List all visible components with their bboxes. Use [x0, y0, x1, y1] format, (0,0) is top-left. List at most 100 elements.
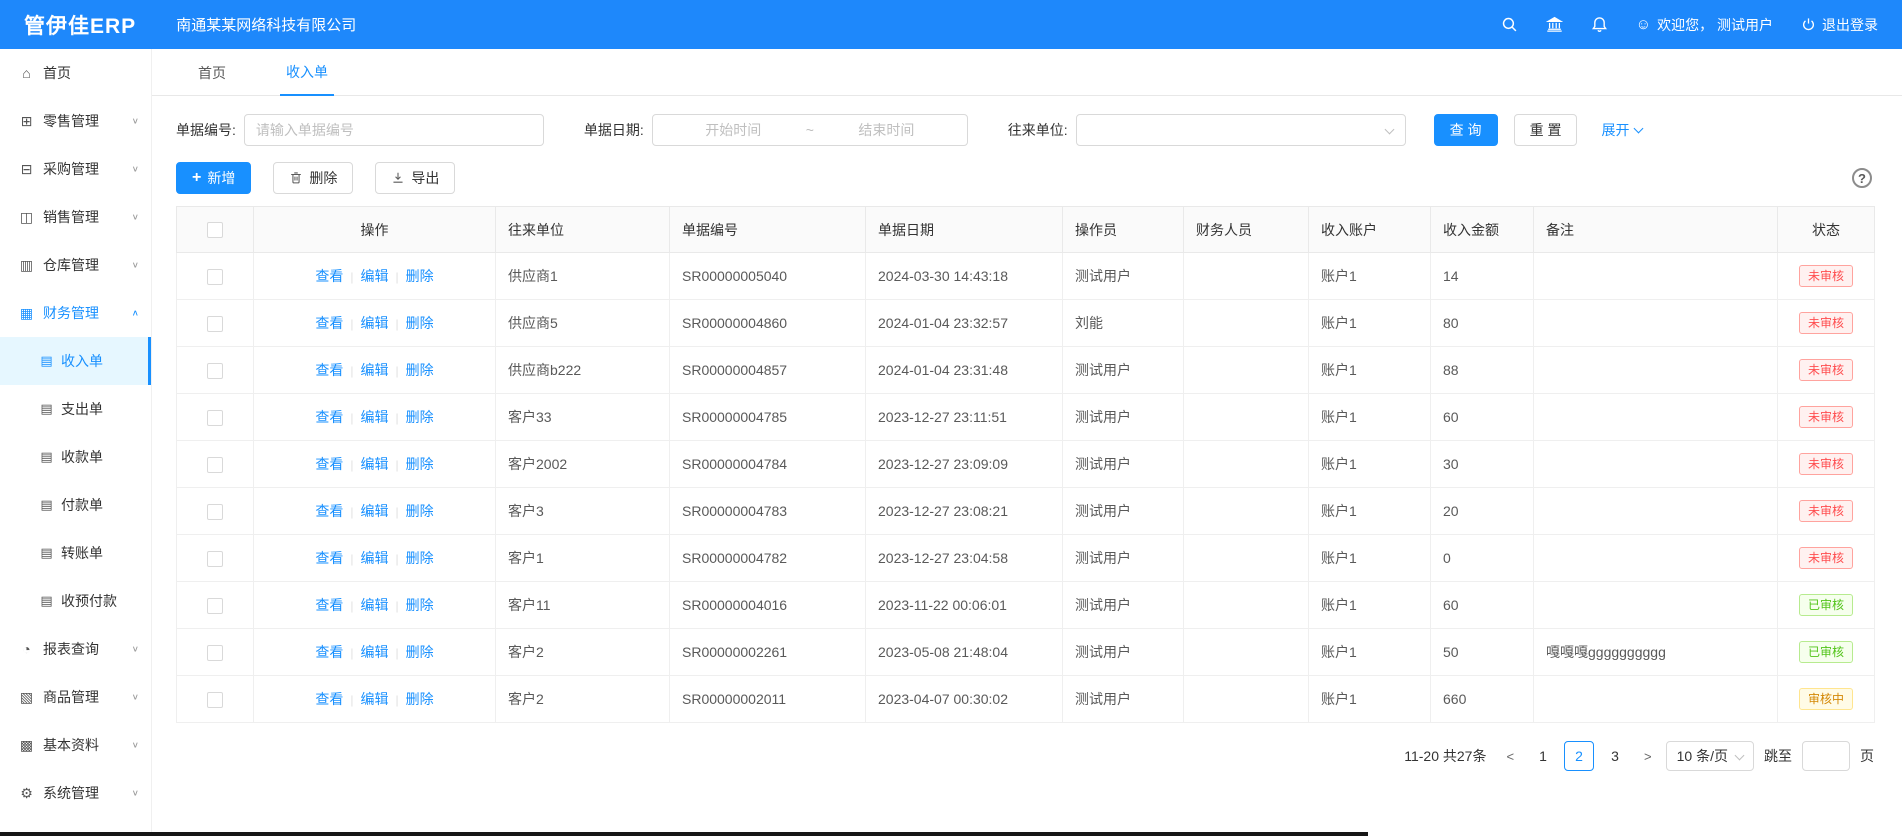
edit-link[interactable]: 编辑 — [361, 268, 389, 284]
edit-link[interactable]: 编辑 — [361, 550, 389, 566]
cell-finance — [1184, 300, 1309, 347]
date-separator: ~ — [802, 122, 818, 138]
row-checkbox[interactable] — [207, 363, 223, 379]
prev-page-button[interactable]: < — [1502, 749, 1518, 764]
sidebar-item-retail[interactable]: ⊞零售管理∨ — [0, 97, 151, 145]
view-link[interactable]: 查看 — [315, 550, 343, 566]
counterparty-select[interactable] — [1076, 114, 1406, 146]
row-checkbox[interactable] — [207, 598, 223, 614]
delete-link[interactable]: 删除 — [406, 315, 434, 331]
sidebar-item-expense-order[interactable]: ▤支出单 — [0, 385, 151, 433]
edit-link[interactable]: 编辑 — [361, 503, 389, 519]
document-number-input[interactable] — [244, 114, 544, 146]
link-divider: | — [396, 693, 399, 707]
page-button-1[interactable]: 1 — [1528, 741, 1558, 771]
sidebar-item-goods[interactable]: ▧商品管理∨ — [0, 673, 151, 721]
row-checkbox[interactable] — [207, 551, 223, 567]
date-range-picker[interactable]: 开始时间 ~ 结束时间 — [652, 114, 968, 146]
view-link[interactable]: 查看 — [315, 597, 343, 613]
tab-home[interactable]: 首页 — [192, 51, 232, 95]
cell-number: SR00000004782 — [670, 535, 866, 582]
home-bank-icon[interactable] — [1546, 16, 1563, 33]
delete-link[interactable]: 删除 — [406, 503, 434, 519]
sidebar-item-home[interactable]: ⌂首页 — [0, 49, 151, 97]
reset-button[interactable]: 重 置 — [1514, 114, 1578, 146]
help-icon[interactable]: ? — [1852, 168, 1872, 188]
delete-link[interactable]: 删除 — [406, 691, 434, 707]
view-link[interactable]: 查看 — [315, 268, 343, 284]
expand-link[interactable]: 展开 — [1601, 120, 1642, 140]
status-badge: 未审核 — [1799, 500, 1853, 522]
delete-link[interactable]: 删除 — [406, 268, 434, 284]
delete-link[interactable]: 删除 — [406, 597, 434, 613]
document-icon: ▤ — [38, 401, 55, 417]
row-checkbox[interactable] — [207, 410, 223, 426]
user-welcome[interactable]: ☺ 欢迎您， 测试用户 — [1636, 15, 1773, 35]
sidebar-item-receipt-order[interactable]: ▤收款单 — [0, 433, 151, 481]
export-button[interactable]: 导出 — [375, 162, 455, 194]
row-checkbox[interactable] — [207, 692, 223, 708]
sidebar-item-income-order[interactable]: ▤收入单 — [0, 337, 151, 385]
table-row: 查看|编辑|删除供应商1SR000000050402024-03-30 14:4… — [177, 253, 1875, 300]
cell-date: 2023-12-27 23:08:21 — [866, 488, 1063, 535]
sidebar-item-warehouse[interactable]: ▥仓库管理∨ — [0, 241, 151, 289]
sidebar-item-purchase[interactable]: ⊟采购管理∨ — [0, 145, 151, 193]
sidebar-item-basic-data[interactable]: ▩基本资料∨ — [0, 721, 151, 769]
next-page-button[interactable]: > — [1640, 749, 1656, 764]
edit-link[interactable]: 编辑 — [361, 315, 389, 331]
delete-link[interactable]: 删除 — [406, 409, 434, 425]
view-link[interactable]: 查看 — [315, 409, 343, 425]
view-link[interactable]: 查看 — [315, 456, 343, 472]
add-button[interactable]: + 新增 — [176, 162, 251, 194]
sidebar-item-payment-order[interactable]: ▤付款单 — [0, 481, 151, 529]
delete-link[interactable]: 删除 — [406, 456, 434, 472]
page-button-2[interactable]: 2 — [1564, 741, 1594, 771]
edit-link[interactable]: 编辑 — [361, 644, 389, 660]
delete-button[interactable]: 删除 — [273, 162, 353, 194]
row-checkbox[interactable] — [207, 504, 223, 520]
sidebar-item-advance-receipt[interactable]: ▤收预付款 — [0, 577, 151, 625]
row-checkbox[interactable] — [207, 316, 223, 332]
search-button[interactable]: 查 询 — [1434, 114, 1498, 146]
page-button-3[interactable]: 3 — [1600, 741, 1630, 771]
row-checkbox[interactable] — [207, 645, 223, 661]
delete-link[interactable]: 删除 — [406, 362, 434, 378]
sidebar-item-finance[interactable]: ▦财务管理∧ — [0, 289, 151, 337]
cell-operator: 测试用户 — [1063, 253, 1184, 300]
view-link[interactable]: 查看 — [315, 644, 343, 660]
select-all-checkbox[interactable] — [207, 222, 223, 238]
tab-income-order[interactable]: 收入单 — [280, 50, 334, 96]
sidebar-item-label: 收款单 — [61, 447, 103, 467]
bell-icon[interactable] — [1591, 16, 1608, 33]
sidebar-item-system[interactable]: ⚙系统管理∨ — [0, 769, 151, 817]
sidebar-item-sales[interactable]: ◫销售管理∨ — [0, 193, 151, 241]
view-link[interactable]: 查看 — [315, 503, 343, 519]
view-link[interactable]: 查看 — [315, 315, 343, 331]
main-panel: 首页收入单 单据编号: 单据日期: 开始时间 ~ 结束时间 往来单位: 查 — [152, 49, 1902, 836]
edit-link[interactable]: 编辑 — [361, 691, 389, 707]
row-checkbox[interactable] — [207, 457, 223, 473]
cell-operator: 测试用户 — [1063, 488, 1184, 535]
sidebar-item-reports[interactable]: ◔报表查询∨ — [0, 625, 151, 673]
page-size-select[interactable]: 10 条/页 — [1666, 741, 1754, 771]
delete-link[interactable]: 删除 — [406, 644, 434, 660]
view-link[interactable]: 查看 — [315, 691, 343, 707]
edit-link[interactable]: 编辑 — [361, 409, 389, 425]
logout-button[interactable]: 退出登录 — [1801, 15, 1878, 35]
delete-link[interactable]: 删除 — [406, 550, 434, 566]
row-checkbox[interactable] — [207, 269, 223, 285]
jump-page-input[interactable] — [1802, 741, 1850, 771]
cell-date: 2024-01-04 23:31:48 — [866, 347, 1063, 394]
cell-unit: 客户1 — [496, 535, 670, 582]
edit-link[interactable]: 编辑 — [361, 597, 389, 613]
jump-page-suffix: 页 — [1860, 746, 1874, 766]
search-icon[interactable] — [1501, 16, 1518, 33]
sidebar-item-transfer-order[interactable]: ▤转账单 — [0, 529, 151, 577]
edit-link[interactable]: 编辑 — [361, 456, 389, 472]
link-divider: | — [350, 364, 353, 378]
edit-link[interactable]: 编辑 — [361, 362, 389, 378]
document-icon: ▤ — [38, 593, 55, 609]
table-row: 查看|编辑|删除客户11SR000000040162023-11-22 00:0… — [177, 582, 1875, 629]
view-link[interactable]: 查看 — [315, 362, 343, 378]
cell-amount: 80 — [1431, 300, 1534, 347]
